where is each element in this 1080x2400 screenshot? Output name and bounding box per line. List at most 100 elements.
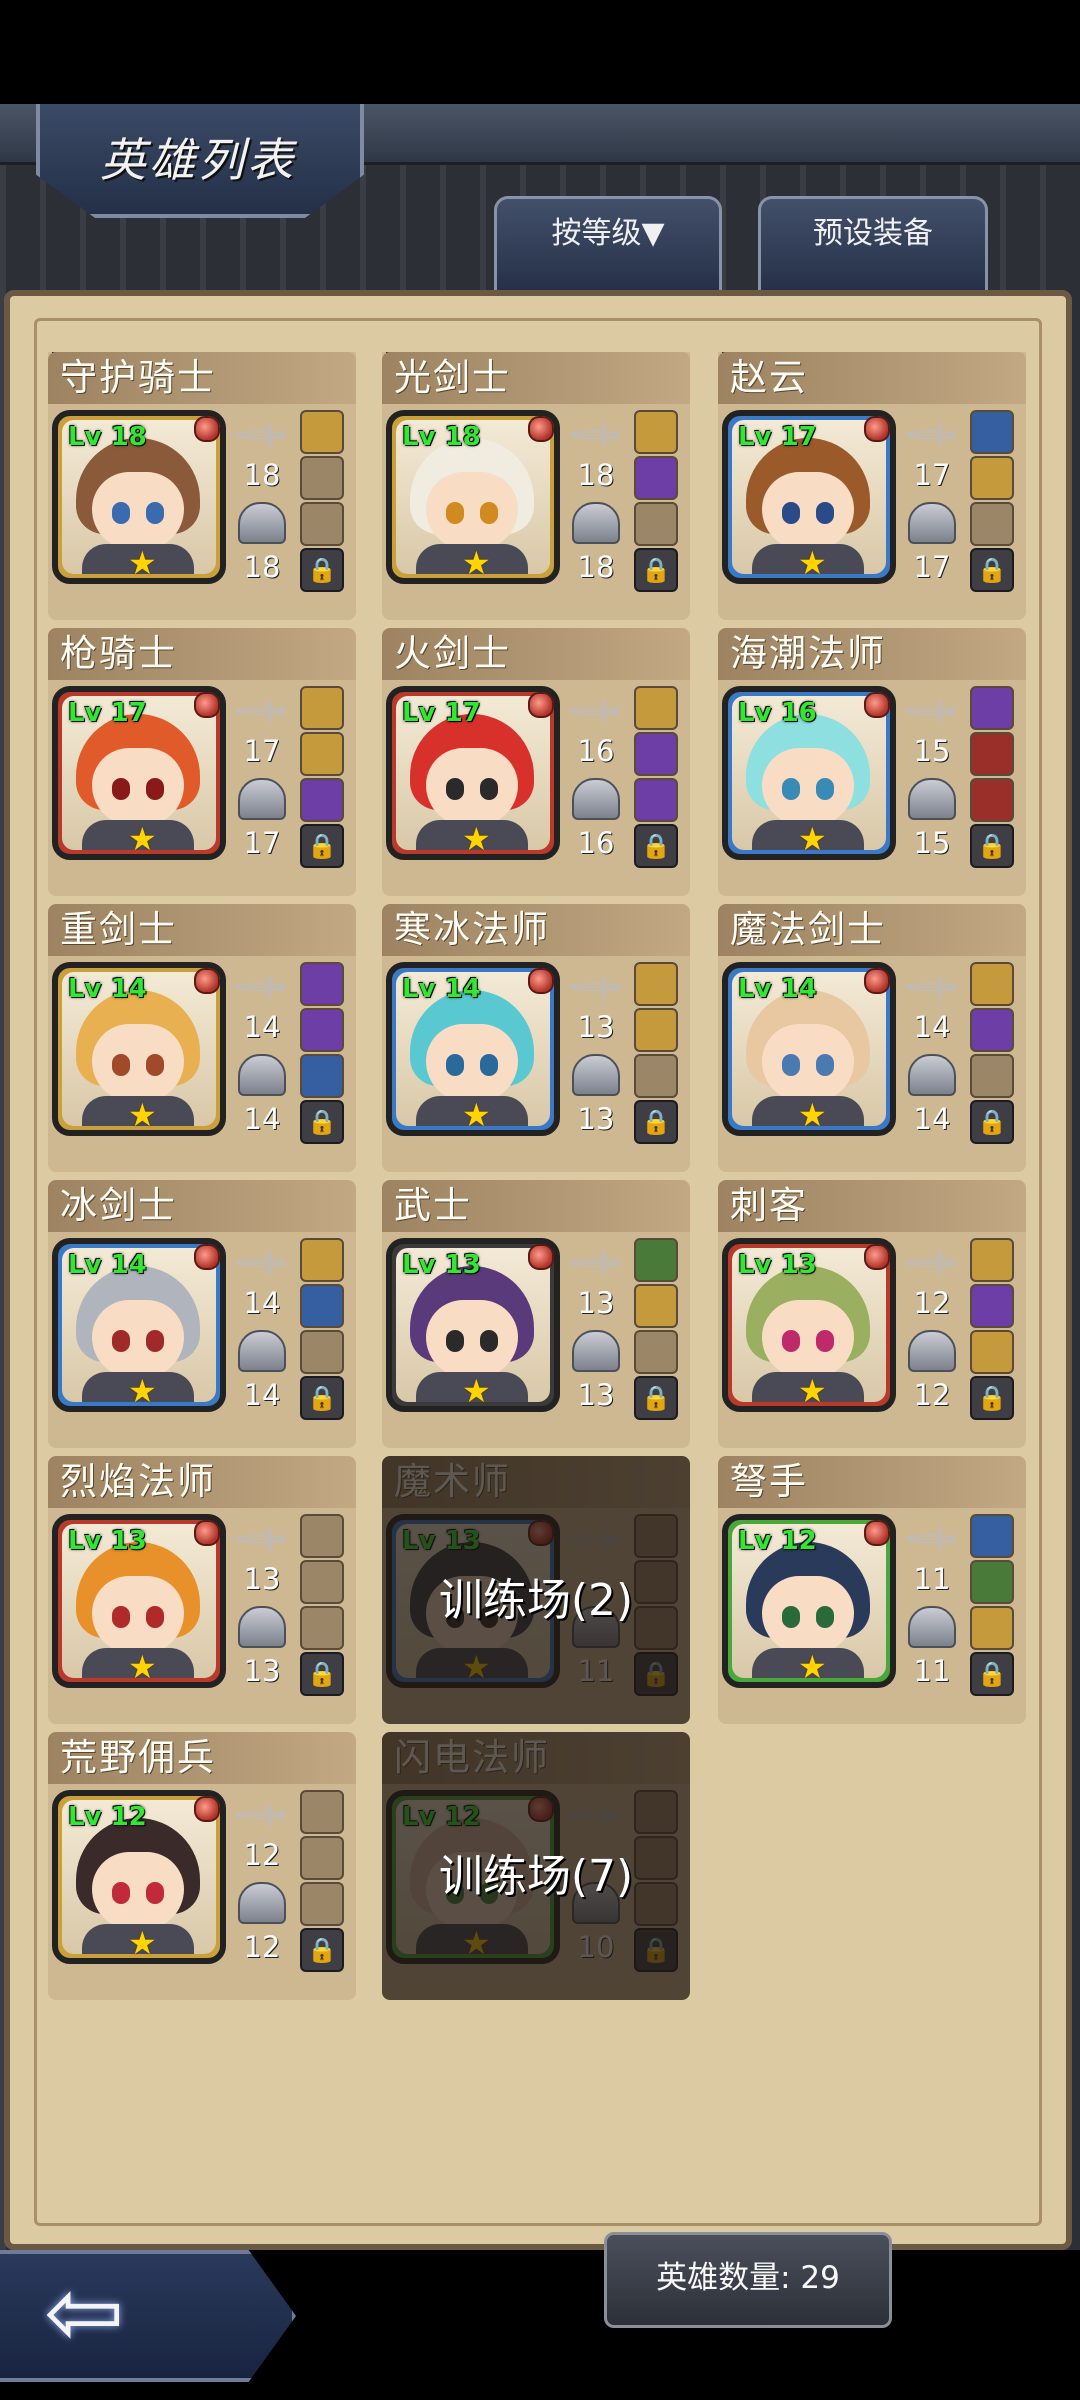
- locked-slot[interactable]: 🔒: [970, 1100, 1014, 1144]
- equipment-slot[interactable]: [970, 1238, 1014, 1282]
- preset-equipment-button[interactable]: 预设装备: [758, 196, 988, 292]
- equipment-slot[interactable]: [634, 962, 678, 1006]
- locked-slot[interactable]: 🔒: [300, 1100, 344, 1144]
- equipment-slot[interactable]: [634, 1054, 678, 1098]
- equipment-slot[interactable]: [970, 1008, 1014, 1052]
- equipment-slot[interactable]: [634, 1330, 678, 1374]
- locked-slot[interactable]: 🔒: [634, 824, 678, 868]
- locked-slot[interactable]: 🔒: [300, 1928, 344, 1972]
- equipment-slot[interactable]: [300, 1330, 344, 1374]
- equipment-slot[interactable]: [300, 1514, 344, 1558]
- locked-slot[interactable]: 🔒: [300, 1652, 344, 1696]
- equipment-slot[interactable]: [970, 778, 1014, 822]
- hero-card[interactable]: 武士 Lv 13 ★ 🗡 13 13 🔒: [374, 1180, 690, 1448]
- locked-slot[interactable]: 🔒: [300, 824, 344, 868]
- equipment-slot[interactable]: [300, 732, 344, 776]
- hero-portrait[interactable]: Lv 14 ★: [52, 1238, 226, 1412]
- equipment-slot[interactable]: [970, 1514, 1014, 1558]
- hero-card[interactable]: 寒冰法师 Lv 14 ★ 🗡 13 13 🔒: [374, 904, 690, 1172]
- hero-card[interactable]: 闪电法师Lv 12★🗡10🔒训练场(7): [374, 1732, 690, 2000]
- equipment-slot[interactable]: [300, 456, 344, 500]
- sort-by-level-button[interactable]: 按等级▼: [494, 196, 722, 292]
- locked-slot[interactable]: 🔒: [634, 1376, 678, 1420]
- equipment-slot[interactable]: [970, 686, 1014, 730]
- hero-eye: [446, 502, 464, 524]
- locked-slot[interactable]: 🔒: [970, 824, 1014, 868]
- hero-portrait[interactable]: Lv 18 ★: [386, 410, 560, 584]
- locked-slot[interactable]: 🔒: [300, 548, 344, 592]
- equipment-slot[interactable]: [300, 502, 344, 546]
- hero-card[interactable]: 刺客 Lv 13 ★ 🗡 12 12 🔒: [710, 1180, 1026, 1448]
- equipment-slot[interactable]: [300, 410, 344, 454]
- equipment-slot[interactable]: [300, 1284, 344, 1328]
- hero-card[interactable]: 海潮法师 Lv 16 ★ 🗡 15 15 🔒: [710, 628, 1026, 896]
- hero-portrait[interactable]: Lv 12 ★: [722, 1514, 896, 1688]
- hero-card[interactable]: 魔术师Lv 13★🗡11🔒训练场(2): [374, 1456, 690, 1724]
- hero-portrait[interactable]: Lv 17 ★: [722, 410, 896, 584]
- equipment-slot[interactable]: [970, 1330, 1014, 1374]
- locked-slot[interactable]: 🔒: [634, 548, 678, 592]
- hero-portrait[interactable]: Lv 13 ★: [722, 1238, 896, 1412]
- locked-slot[interactable]: 🔒: [300, 1376, 344, 1420]
- equipment-slot[interactable]: [300, 778, 344, 822]
- hero-count-label: 英雄数量: 29: [604, 2232, 892, 2328]
- equipment-slot[interactable]: [300, 1008, 344, 1052]
- equipment-slot[interactable]: [970, 732, 1014, 776]
- equipment-slot[interactable]: [300, 686, 344, 730]
- hero-portrait[interactable]: Lv 16 ★: [722, 686, 896, 860]
- equipment-slot[interactable]: [970, 1284, 1014, 1328]
- equipment-slot[interactable]: [970, 1606, 1014, 1650]
- hero-portrait[interactable]: Lv 14 ★: [722, 962, 896, 1136]
- equipment-slot[interactable]: [634, 732, 678, 776]
- hero-portrait[interactable]: Lv 14 ★: [52, 962, 226, 1136]
- equipment-slot[interactable]: [970, 962, 1014, 1006]
- locked-slot[interactable]: 🔒: [634, 1100, 678, 1144]
- equipment-slot[interactable]: [300, 1790, 344, 1834]
- hero-portrait[interactable]: Lv 17 ★: [386, 686, 560, 860]
- equipment-slot[interactable]: [634, 686, 678, 730]
- equipment-slot[interactable]: [300, 962, 344, 1006]
- equipment-slot[interactable]: [634, 1008, 678, 1052]
- hero-card[interactable]: 烈焰法师 Lv 13 ★ 🗡 13 13 🔒: [40, 1456, 356, 1724]
- hero-portrait[interactable]: Lv 14 ★: [386, 962, 560, 1136]
- equipment-slot[interactable]: [300, 1606, 344, 1650]
- hero-card[interactable]: 守护骑士 Lv 18 ★ 🗡 18 18 🔒: [40, 352, 356, 620]
- equipment-slot[interactable]: [300, 1054, 344, 1098]
- locked-slot[interactable]: 🔒: [970, 1652, 1014, 1696]
- equipment-slot[interactable]: [634, 410, 678, 454]
- hero-card[interactable]: 重剑士 Lv 14 ★ 🗡 14 14 🔒: [40, 904, 356, 1172]
- hero-card[interactable]: 光剑士 Lv 18 ★ 🗡 18 18 🔒: [374, 352, 690, 620]
- equipment-slot[interactable]: [300, 1882, 344, 1926]
- equipment-slot[interactable]: [970, 1054, 1014, 1098]
- locked-slot[interactable]: 🔒: [970, 1376, 1014, 1420]
- hero-card[interactable]: 荒野佣兵 Lv 12 ★ 🗡 12 12 🔒: [40, 1732, 356, 2000]
- equipment-slot[interactable]: [300, 1238, 344, 1282]
- hero-portrait[interactable]: Lv 18 ★: [52, 410, 226, 584]
- hero-card[interactable]: 弩手 Lv 12 ★ 🗡 11 11 🔒: [710, 1456, 1026, 1724]
- equipment-slot[interactable]: [970, 1560, 1014, 1604]
- gem-icon: [528, 692, 554, 718]
- hero-portrait[interactable]: Lv 12 ★: [52, 1790, 226, 1964]
- hero-card[interactable]: 魔法剑士 Lv 14 ★ 🗡 14 14 🔒: [710, 904, 1026, 1172]
- hero-portrait[interactable]: Lv 13 ★: [52, 1514, 226, 1688]
- hero-card[interactable]: 枪骑士 Lv 17 ★ 🗡 17 17 🔒: [40, 628, 356, 896]
- locked-slot[interactable]: 🔒: [970, 548, 1014, 592]
- hero-card[interactable]: 赵云 Lv 17 ★ 🗡 17 17 🔒: [710, 352, 1026, 620]
- equipment-slot[interactable]: [634, 502, 678, 546]
- equipment-slot[interactable]: [634, 778, 678, 822]
- equipment-slot[interactable]: [970, 456, 1014, 500]
- hero-portrait[interactable]: Lv 17 ★: [52, 686, 226, 860]
- hero-scroll-list[interactable]: Lv 20★🗡2020🔒Lv 20★🗡2020🔒Lv 19★🗡1919🔒守护骑士…: [40, 352, 1040, 2172]
- equipment-slot[interactable]: [634, 1284, 678, 1328]
- hero-level: Lv 18: [68, 422, 147, 452]
- hero-card[interactable]: 冰剑士 Lv 14 ★ 🗡 14 14 🔒: [40, 1180, 356, 1448]
- equipment-slot[interactable]: [300, 1560, 344, 1604]
- equipment-slot[interactable]: [634, 456, 678, 500]
- hero-card[interactable]: 火剑士 Lv 17 ★ 🗡 16 16 🔒: [374, 628, 690, 896]
- hero-face: [92, 472, 184, 550]
- equipment-slot[interactable]: [634, 1238, 678, 1282]
- equipment-slot[interactable]: [300, 1836, 344, 1880]
- equipment-slot[interactable]: [970, 502, 1014, 546]
- hero-portrait[interactable]: Lv 13 ★: [386, 1238, 560, 1412]
- equipment-slot[interactable]: [970, 410, 1014, 454]
